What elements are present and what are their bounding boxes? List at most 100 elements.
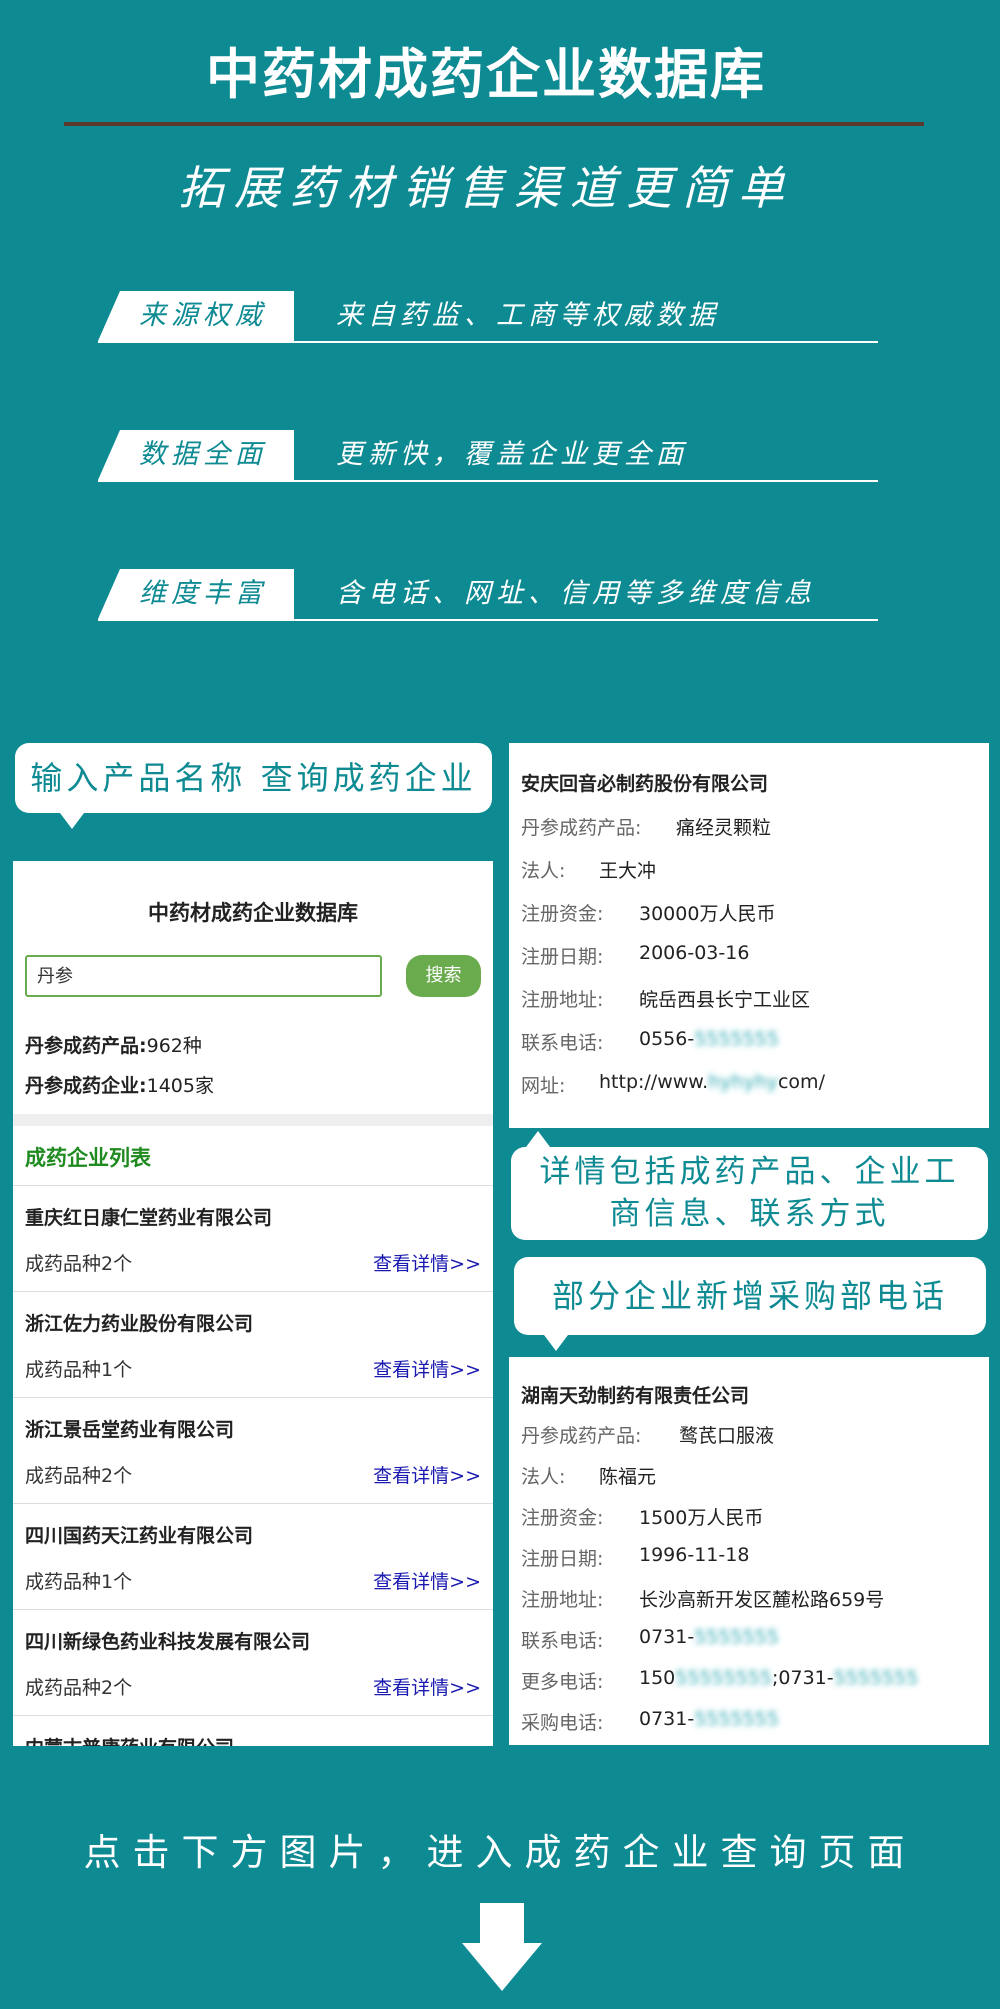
detail-company-name: 湖南天劲制药有限责任公司 xyxy=(521,1385,750,1407)
detail-value: 1500万人民币 xyxy=(639,1507,764,1529)
company-name[interactable]: 四川国药天江药业有限公司 xyxy=(25,1521,253,1548)
panel-title: 中药材成药企业数据库 xyxy=(148,901,358,925)
company-product-count: 成药品种1个 xyxy=(25,1359,133,1381)
detail-row-phone: 联系电话: 0556-5555555 xyxy=(521,1028,779,1055)
feature-underline xyxy=(98,341,878,343)
row-divider xyxy=(13,1397,493,1398)
down-arrow-head-icon[interactable] xyxy=(462,1943,542,1991)
purchase-hint-callout: 部分企业新增采购部电话 xyxy=(514,1257,986,1351)
blurred-url: hyhyhy xyxy=(708,1071,778,1093)
company-name[interactable]: 重庆红日康仁堂药业有限公司 xyxy=(25,1203,272,1230)
row-divider xyxy=(13,1609,493,1610)
detail-value: 0556-5555555 xyxy=(639,1028,779,1050)
feature-dimensions: 维度丰富 含电话、网址、信用等多维度信息 xyxy=(98,569,878,629)
search-hint-text: 输入产品名称 查询成药企业 xyxy=(30,759,477,797)
title-divider xyxy=(64,122,924,126)
company-stat-label: 丹参成药企业: xyxy=(25,1075,147,1097)
phone-prefix: 0556- xyxy=(639,1028,695,1050)
product-stat-label: 丹参成药产品: xyxy=(25,1035,147,1057)
detail-label: 联系电话: xyxy=(521,1630,604,1652)
company-product-count: 成药品种2个 xyxy=(25,1677,133,1699)
detail-label: 法人: xyxy=(521,860,566,882)
feature-tag: 数据全面 xyxy=(98,430,294,480)
detail-card: 安庆回音必制药股份有限公司 丹参成药产品: 痛经灵颗粒 法人: 王大冲 注册资金: 3… xyxy=(509,743,989,1128)
row-divider xyxy=(13,1185,493,1186)
callout-tail xyxy=(60,813,84,829)
url-prefix: http://www. xyxy=(599,1071,709,1093)
search-button[interactable]: 搜索 xyxy=(406,955,481,997)
search-input[interactable]: 丹参 xyxy=(25,955,382,997)
detail-row-purchase-phone: 采购电话: 0731-5555555 xyxy=(521,1708,779,1735)
footer-cta-text: 点击下方图片，进入成药企业查询页面 xyxy=(83,1831,917,1874)
detail-row-legal-person: 法人: 王大冲 xyxy=(521,856,656,883)
detail-value: 0731-5555555 xyxy=(639,1708,779,1730)
detail-row-address: 注册地址: 长沙高新开发区麓松路659号 xyxy=(521,1585,884,1612)
page-title: 中药材成药企业数据库 xyxy=(206,43,766,106)
blurred-phone: 5555555 xyxy=(694,1626,779,1648)
down-arrow-icon[interactable] xyxy=(480,1903,524,1945)
detail-row-product: 丹参成药产品: 痛经灵颗粒 xyxy=(521,813,771,840)
detail-label: 注册地址: xyxy=(521,1589,604,1611)
detail-row-capital: 注册资金: 1500万人民币 xyxy=(521,1503,763,1530)
detail-row-more-phones: 更多电话: 15055555555;0731-5555555 xyxy=(521,1667,918,1694)
detail-row-reg-date: 注册日期: 1996-11-18 xyxy=(521,1544,749,1571)
view-details-link[interactable]: 查看详情>> xyxy=(373,1355,481,1382)
detail-company-name: 安庆回音必制药股份有限公司 xyxy=(521,773,769,795)
detail-label: 丹参成药产品: xyxy=(521,817,642,839)
company-name[interactable]: 浙江景岳堂药业有限公司 xyxy=(25,1415,234,1442)
page-subtitle: 拓展药材销售渠道更简单 xyxy=(178,161,794,215)
callout-tail xyxy=(526,1131,550,1147)
detail-label: 法人: xyxy=(521,1466,566,1488)
detail-row-product: 丹参成药产品: 鹜芪口服液 xyxy=(521,1421,774,1448)
detail-value: 2006-03-16 xyxy=(639,942,750,964)
detail-value: 0731-5555555 xyxy=(639,1626,779,1648)
detail-value: 30000万人民币 xyxy=(639,903,776,925)
feature-underline xyxy=(98,619,878,621)
phone-prefix: 0731- xyxy=(639,1708,695,1730)
company-name[interactable]: 浙江佐力药业股份有限公司 xyxy=(25,1309,253,1336)
phone-separator: ;0731- xyxy=(771,1667,834,1689)
view-details-link[interactable]: 查看详情>> xyxy=(373,1249,481,1276)
detail-value: 1996-11-18 xyxy=(639,1544,750,1566)
detail-value[interactable]: http://www.hyhyhycom/ xyxy=(599,1071,825,1093)
detail-row-reg-date: 注册日期: 2006-03-16 xyxy=(521,942,749,969)
product-stat: 丹参成药产品:962种 xyxy=(25,1031,202,1058)
detail-label: 网址: xyxy=(521,1075,566,1097)
detail-value: 15055555555;0731-5555555 xyxy=(639,1667,918,1689)
blurred-phone: 5555555 xyxy=(833,1667,919,1689)
detail-label: 注册日期: xyxy=(521,946,604,968)
product-stat-value: 962种 xyxy=(146,1035,202,1057)
row-divider xyxy=(13,1503,493,1504)
detail-row-legal-person: 法人: 陈福元 xyxy=(521,1462,656,1489)
section-separator xyxy=(13,1114,493,1126)
detail-row-address: 注册地址: 皖岳西县长宁工业区 xyxy=(521,985,810,1012)
feature-authority: 来源权威 来自药监、工商等权威数据 xyxy=(98,291,878,351)
company-list-heading: 成药企业列表 xyxy=(25,1146,151,1170)
detail-hint-line-2: 商信息、联系方式 xyxy=(609,1196,890,1232)
detail-label: 更多电话: xyxy=(521,1671,604,1693)
url-suffix: com/ xyxy=(777,1071,825,1093)
feature-desc: 来自药监、工商等权威数据 xyxy=(336,300,720,331)
detail-label: 采购电话: xyxy=(521,1712,604,1734)
detail-row-phone: 联系电话: 0731-5555555 xyxy=(521,1626,779,1653)
company-stat-value: 1405家 xyxy=(146,1075,214,1097)
detail-label: 注册地址: xyxy=(521,989,604,1011)
view-details-link[interactable]: 查看详情>> xyxy=(373,1461,481,1488)
row-divider xyxy=(13,1715,493,1716)
purchase-hint-text: 部分企业新增采购部电话 xyxy=(551,1277,948,1315)
view-details-link[interactable]: 查看详情>> xyxy=(373,1673,481,1700)
phone-prefix: 150 xyxy=(639,1667,676,1689)
detail-label: 注册资金: xyxy=(521,1507,604,1529)
search-panel: 中药材成药企业数据库 丹参 搜索 丹参成药产品:962种 丹参成药企业:1405… xyxy=(13,861,493,1746)
feature-desc: 含电话、网址、信用等多维度信息 xyxy=(336,578,816,609)
detail-hint-line-1: 详情包括成药产品、企业工 xyxy=(539,1154,960,1190)
company-name[interactable]: 内蒙古普康药业有限公司 xyxy=(25,1733,234,1746)
search-hint-callout: 输入产品名称 查询成药企业 xyxy=(15,743,492,829)
company-product-count: 成药品种2个 xyxy=(25,1465,133,1487)
detail-value: 鹜芪口服液 xyxy=(679,1425,775,1447)
company-name[interactable]: 四川新绿色药业科技发展有限公司 xyxy=(25,1627,310,1654)
view-details-link[interactable]: 查看详情>> xyxy=(373,1567,481,1594)
detail-row-capital: 注册资金: 30000万人民币 xyxy=(521,899,775,926)
feature-desc: 更新快，覆盖企业更全面 xyxy=(336,439,688,470)
detail-value: 皖岳西县长宁工业区 xyxy=(639,989,811,1011)
